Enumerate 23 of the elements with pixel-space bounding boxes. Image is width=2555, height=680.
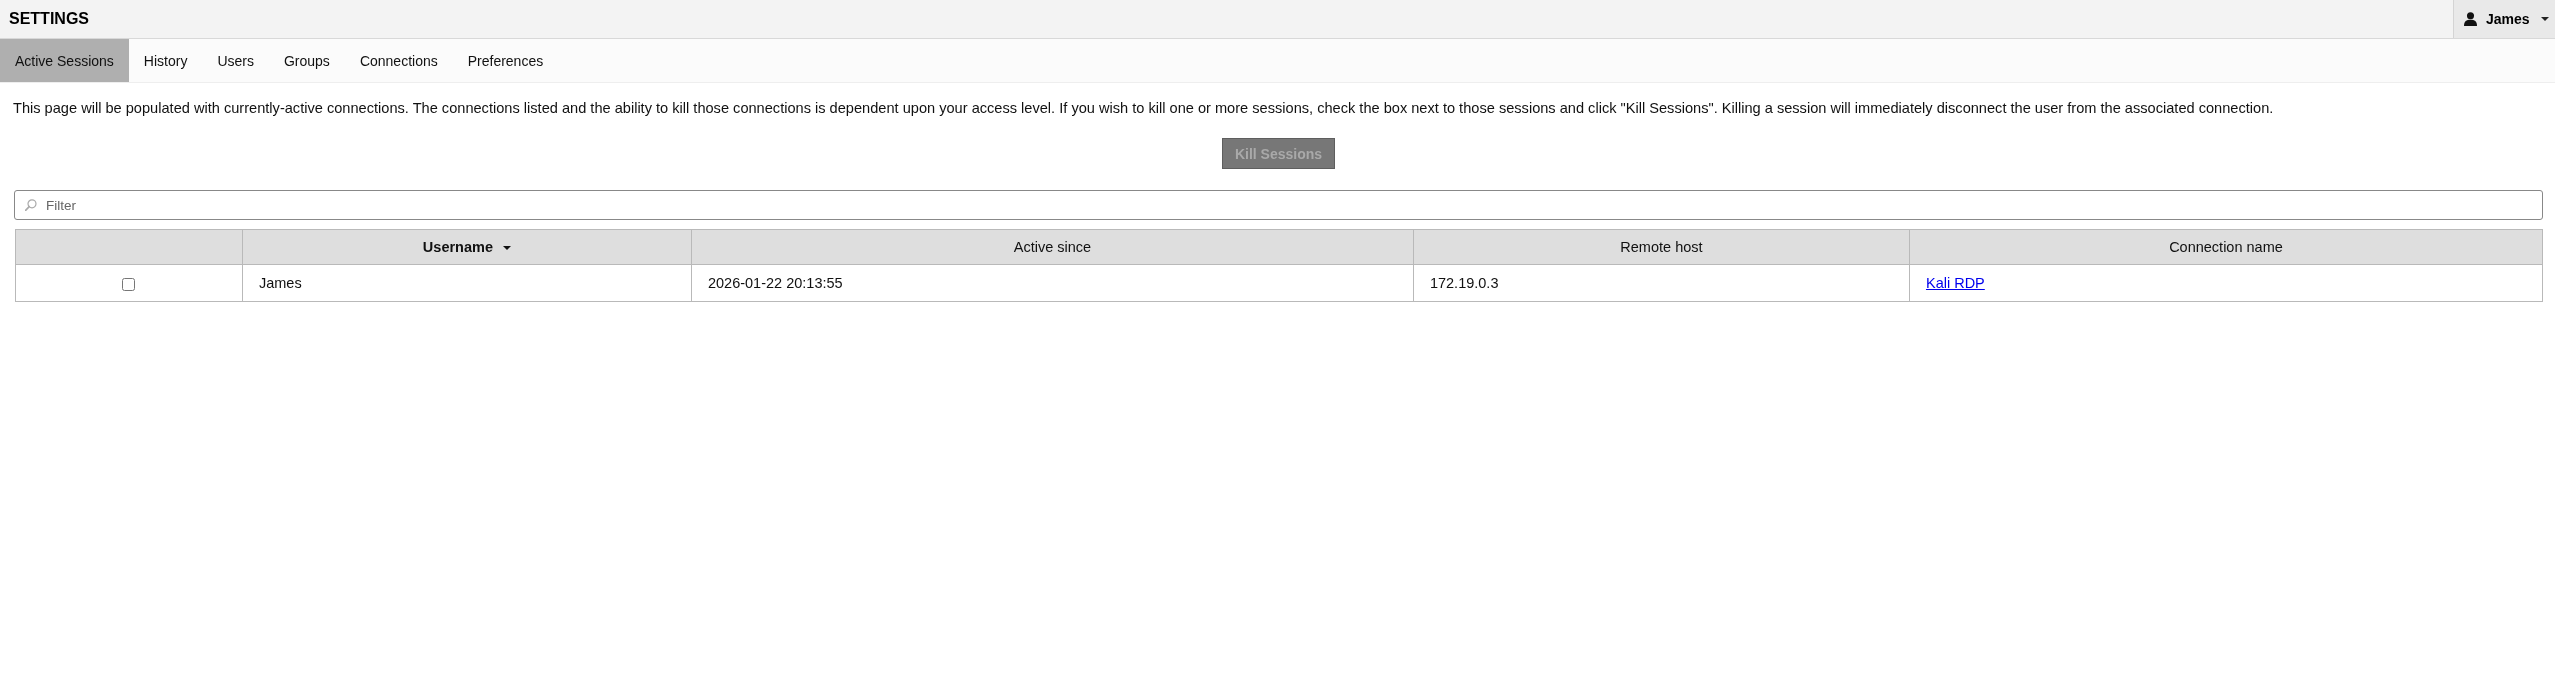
tab[interactable]: Groups <box>268 39 345 82</box>
tab[interactable]: Active Sessions <box>0 39 129 82</box>
tab[interactable]: Users <box>202 39 269 82</box>
table-cell: 172.19.0.3 <box>1413 264 1910 302</box>
search-icon <box>25 199 37 211</box>
user-icon <box>2464 12 2477 26</box>
filter-field[interactable]: Filter <box>14 190 2543 220</box>
row-checkbox[interactable] <box>122 277 136 291</box>
description-text: This page will be populated with currently-active connections. The connections listed and the ability to kill those connections is dependent upon your access level. If you wish to kill one or more sessions, check the box next to those sessions and click "Kill Sessions". Killing a session will immediately disconnect the user from the associated connection. <box>13 100 2275 117</box>
column-header[interactable]: Active since <box>691 229 1414 265</box>
column-header[interactable]: Username <box>242 229 692 265</box>
table-cell: James <box>242 264 692 302</box>
caret-icon <box>2540 17 2549 21</box>
table-cell: 2026-01-22 20:13:55 <box>691 264 1414 302</box>
user-menu-button[interactable]: James <box>2453 0 2555 38</box>
column-header[interactable]: Remote host <box>1413 229 1910 265</box>
page-title: SETTINGS <box>8 10 89 28</box>
tab[interactable]: Preferences <box>452 39 559 82</box>
column-header[interactable]: Connection name <box>1909 229 2543 265</box>
tab[interactable]: History <box>128 39 203 82</box>
tab[interactable]: Connections <box>344 39 453 82</box>
connection-link[interactable]: Kali RDP <box>1925 275 1985 291</box>
sort-caret-icon <box>503 245 511 250</box>
